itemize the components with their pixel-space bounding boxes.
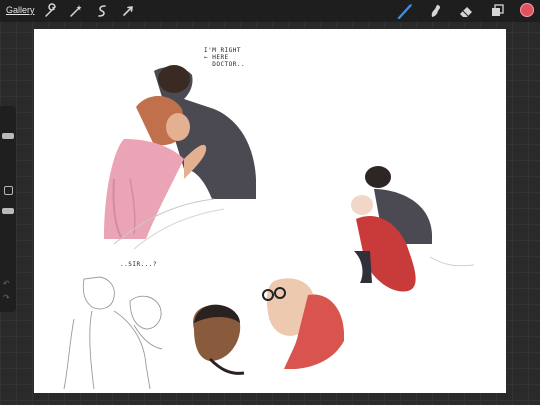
selection-icon[interactable] (94, 3, 110, 19)
hug-illustration (104, 65, 256, 250)
color-picker-swatch[interactable] (520, 3, 534, 17)
undo-icon[interactable]: ↶ (3, 279, 10, 288)
redo-icon[interactable]: ↷ (3, 293, 10, 302)
transform-icon[interactable] (120, 3, 136, 19)
drawing-canvas[interactable]: I'M RIGHT ← HERE DOCTOR.. ..SIR...? (34, 29, 506, 393)
layers-icon[interactable] (489, 3, 505, 19)
speech-note-bottom: ..SIR...? (120, 261, 158, 268)
smudge-icon[interactable] (428, 3, 444, 19)
artwork (63, 65, 475, 390)
brush-icon[interactable] (397, 3, 413, 19)
gallery-button[interactable]: Gallery (6, 5, 35, 15)
magic-wand-icon[interactable] (68, 3, 84, 19)
kneeling-illustration (351, 166, 475, 292)
modify-button[interactable] (4, 186, 13, 195)
opacity-slider-thumb[interactable] (2, 208, 14, 214)
brush-size-slider-thumb[interactable] (2, 133, 14, 139)
wrench-icon[interactable] (43, 3, 59, 19)
top-toolbar: Gallery (0, 0, 540, 22)
speech-note-top: I'M RIGHT ← HERE DOCTOR.. (204, 47, 246, 68)
pencil-sketch (63, 276, 163, 390)
faces-illustration (193, 278, 345, 375)
side-toolbar: ↶ ↷ (0, 106, 16, 312)
eraser-icon[interactable] (458, 3, 474, 19)
